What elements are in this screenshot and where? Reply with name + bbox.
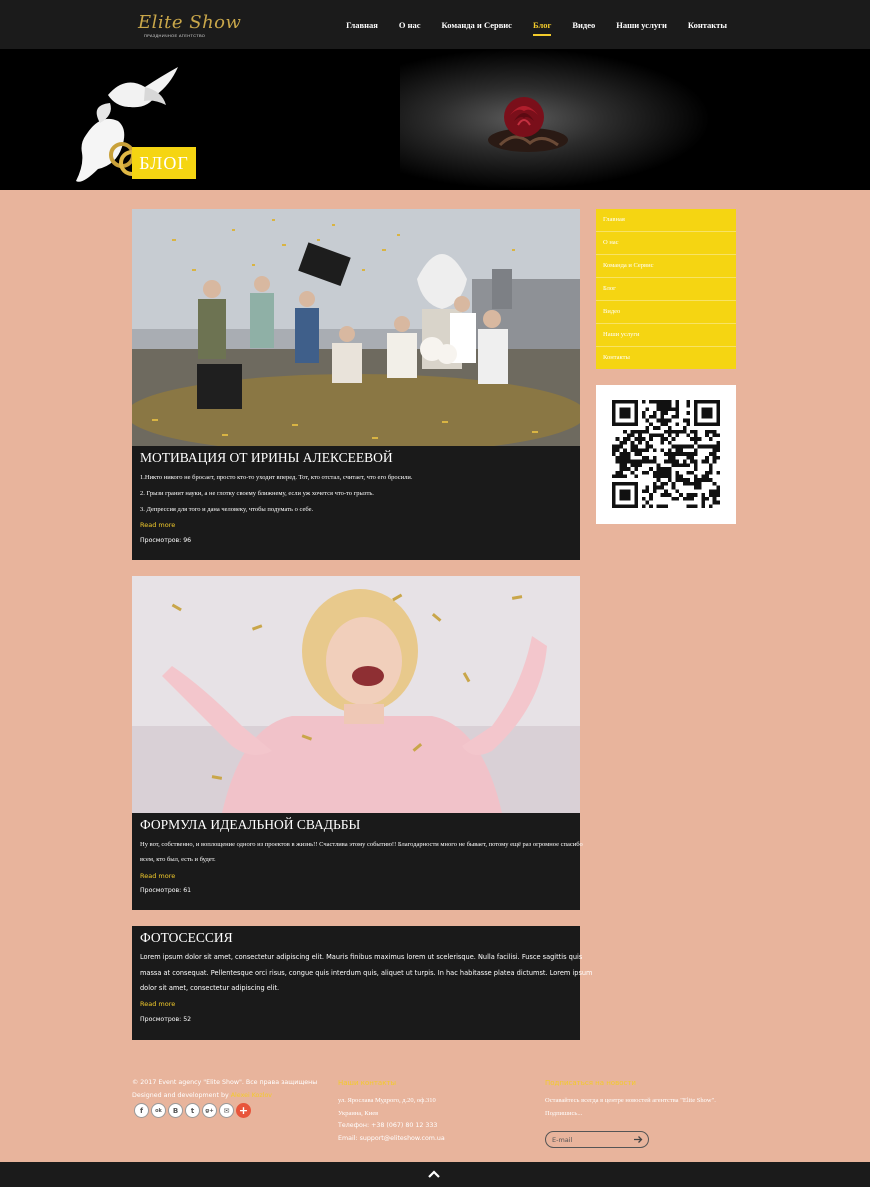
sidebar-menu: Главная О нас Команда и Сервис Блог Виде… bbox=[596, 209, 736, 369]
footer-phone[interactable]: Телефон: +38 (067) 80 12 333 bbox=[338, 1122, 437, 1129]
nav-item-services[interactable]: Наши услуги bbox=[616, 20, 667, 30]
post-excerpt-line: 1.Никто никого не бросает, просто кто-то… bbox=[140, 474, 413, 481]
odnoklassniki-icon[interactable]: ok bbox=[151, 1103, 166, 1118]
blog-post: МОТИВАЦИЯ ОТ ИРИНЫ АЛЕКСЕЕВОЙ 1.Никто ни… bbox=[132, 209, 580, 560]
read-more-link[interactable]: Read more bbox=[140, 521, 175, 529]
rose-image bbox=[488, 97, 568, 152]
sidebar-item-about[interactable]: О нас bbox=[596, 232, 736, 255]
logo-wordmark: Elite Show bbox=[138, 12, 242, 33]
blog-post: ФОРМУЛА ИДЕАЛЬНОЙ СВАДЬБЫ Ну вот, собств… bbox=[132, 576, 583, 910]
twitter-icon[interactable]: t bbox=[185, 1103, 200, 1118]
read-more-link[interactable]: Read more bbox=[140, 872, 175, 880]
bottom-bar bbox=[0, 1162, 870, 1187]
post-image-confetti-party[interactable] bbox=[132, 209, 580, 446]
sidebar-item-home[interactable]: Главная bbox=[596, 209, 736, 232]
blog-post: ФОТОСЕССИЯ Lorem ipsum dolor sit amet, c… bbox=[132, 926, 592, 1040]
footer-credits-text: Designed and development by bbox=[132, 1092, 229, 1099]
sidebar-item-services[interactable]: Наши услуги bbox=[596, 324, 736, 347]
google-plus-icon[interactable]: g+ bbox=[202, 1103, 217, 1118]
post-title[interactable]: МОТИВАЦИЯ ОТ ИРИНЫ АЛЕКСЕЕВОЙ bbox=[140, 450, 393, 466]
mail-icon[interactable]: ✉ bbox=[219, 1103, 234, 1118]
sidebar-item-label: Контакты bbox=[603, 354, 630, 361]
post-excerpt-line: massa at consequat. Pellentesque orci ri… bbox=[140, 969, 593, 977]
subscribe-email-input[interactable] bbox=[552, 1134, 632, 1145]
qr-code-widget bbox=[596, 385, 736, 524]
post-view-count: Просмотров: 61 bbox=[140, 887, 192, 894]
top-navigation-bar: Elite Show ПРАЗДНИЧНОЕ АГЕНТСТВО Главная… bbox=[0, 0, 870, 49]
post-excerpt-line: Lorem ipsum dolor sit amet, consectetur … bbox=[140, 953, 583, 961]
sidebar-item-blog[interactable]: Блог bbox=[596, 278, 736, 301]
post-view-count: Просмотров: 96 bbox=[140, 537, 192, 544]
logo-tagline: ПРАЗДНИЧНОЕ АГЕНТСТВО bbox=[144, 33, 206, 38]
footer-city: Украина, Киев bbox=[338, 1110, 379, 1117]
footer-developer-link[interactable]: Alexei Kozlov bbox=[231, 1092, 272, 1099]
sidebar-item-label: О нас bbox=[603, 239, 619, 246]
post-title[interactable]: ФОРМУЛА ИДЕАЛЬНОЙ СВАДЬБЫ bbox=[140, 817, 360, 833]
banner-title: БЛОГ bbox=[139, 152, 189, 173]
facebook-icon[interactable]: f bbox=[134, 1103, 149, 1118]
nav-item-blog[interactable]: Блог bbox=[532, 20, 552, 36]
sidebar-item-label: Видео bbox=[603, 308, 621, 315]
nav-item-home[interactable]: Главная bbox=[346, 20, 378, 30]
share-plus-icon[interactable]: + bbox=[236, 1103, 251, 1118]
nav-item-team[interactable]: Команда и Сервис bbox=[442, 20, 512, 30]
post-excerpt-line: 2. Грызи гранит науки, а не глотку своем… bbox=[140, 490, 374, 497]
sidebar-item-label: Главная bbox=[603, 216, 625, 223]
page-banner: БЛОГ bbox=[0, 49, 870, 190]
post-excerpt-line: Ну вот, собственно, и воплощение одного … bbox=[140, 841, 583, 848]
main-nav: Главная О нас Команда и Сервис Блог Виде… bbox=[346, 0, 727, 49]
nav-item-about[interactable]: О нас bbox=[399, 20, 421, 30]
footer-email[interactable]: Email: support@eliteshow.com.ua bbox=[338, 1135, 445, 1142]
footer-subscribe-heading: Подписаться на новости bbox=[545, 1079, 636, 1087]
nav-item-video[interactable]: Видео bbox=[572, 20, 595, 30]
sidebar-item-team[interactable]: Команда и Сервис bbox=[596, 255, 736, 278]
post-excerpt-line: dolor sit amet, consectetur adipiscing e… bbox=[140, 984, 280, 992]
blog-badge: БЛОГ bbox=[132, 147, 196, 179]
subscribe-form bbox=[545, 1131, 649, 1148]
post-excerpt-line: всем, кто был, есть и будет. bbox=[140, 856, 216, 863]
read-more-link[interactable]: Read more bbox=[140, 1000, 175, 1008]
sidebar-item-label: Команда и Сервис bbox=[603, 262, 654, 269]
sidebar-item-label: Блог bbox=[603, 285, 616, 292]
nav-item-contacts[interactable]: Контакты bbox=[688, 20, 727, 30]
footer-credits: Designed and development by Alexei Kozlo… bbox=[132, 1092, 272, 1099]
footer-subscribe-text: Подпишись... bbox=[545, 1110, 583, 1117]
qr-code-image bbox=[612, 400, 720, 508]
sidebar-item-video[interactable]: Видео bbox=[596, 301, 736, 324]
banner-background bbox=[400, 49, 800, 190]
sidebar-item-label: Наши услуги bbox=[603, 331, 640, 338]
post-view-count: Просмотров: 52 bbox=[140, 1016, 192, 1023]
post-excerpt-line: 3. Депрессия для того и дана человеку, ч… bbox=[140, 506, 314, 513]
footer-subscribe-text: Оставайтесь всегда в центре новостей аге… bbox=[545, 1097, 716, 1104]
footer-copyright: © 2017 Event agency "Elite Show". Все пр… bbox=[132, 1079, 318, 1086]
footer-address: ул. Ярослава Мудрого, д.20, оф.310 bbox=[338, 1097, 436, 1104]
post-image-happy-woman[interactable] bbox=[132, 576, 580, 813]
chevron-up-icon[interactable] bbox=[427, 1169, 441, 1179]
site-logo[interactable]: Elite Show ПРАЗДНИЧНОЕ АГЕНТСТВО bbox=[134, 12, 241, 42]
footer-contacts-heading: Наши контакты bbox=[338, 1079, 397, 1087]
vkontakte-icon[interactable]: B bbox=[168, 1103, 183, 1118]
social-icons: f ok B t g+ ✉ + bbox=[134, 1103, 251, 1118]
sidebar-item-contacts[interactable]: Контакты bbox=[596, 347, 736, 370]
arrow-right-icon[interactable] bbox=[633, 1134, 644, 1145]
post-title[interactable]: ФОТОСЕССИЯ bbox=[140, 930, 233, 946]
